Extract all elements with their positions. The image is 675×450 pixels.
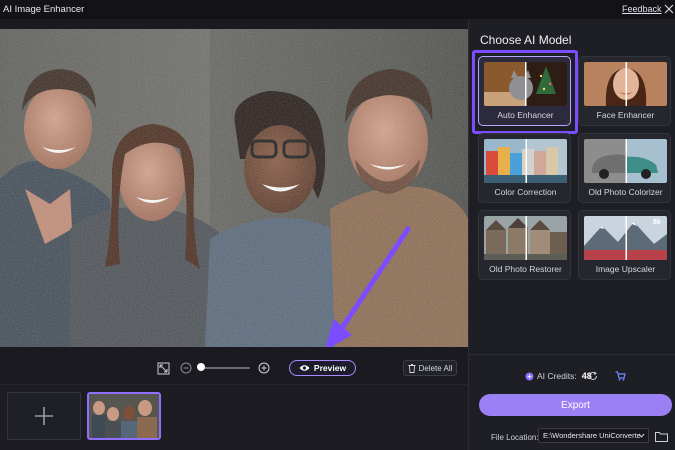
image-upscaler-thumbnail: 8k bbox=[584, 216, 667, 260]
model-card-old-photo-colorizer[interactable]: Old Photo Colorizer bbox=[578, 133, 671, 203]
face-enhancer-thumbnail bbox=[584, 62, 667, 106]
file-location-select[interactable]: E:\Wondershare UniConverte bbox=[538, 428, 649, 443]
export-button[interactable]: Export bbox=[479, 394, 672, 416]
close-icon bbox=[664, 4, 674, 14]
delete-all-label: Delete All bbox=[418, 363, 453, 373]
model-card-old-photo-restorer[interactable]: Old Photo Restorer bbox=[478, 210, 571, 280]
panel-title: Choose AI Model bbox=[480, 33, 572, 47]
zoom-slider-handle[interactable] bbox=[197, 363, 205, 371]
feedback-link[interactable]: Feedback bbox=[622, 4, 662, 14]
plus-icon bbox=[35, 407, 53, 425]
old-photo-colorizer-thumbnail bbox=[584, 139, 667, 183]
model-label: Image Upscaler bbox=[595, 264, 656, 274]
credits-label: AI Credits: bbox=[537, 371, 577, 381]
chevron-down-icon bbox=[638, 433, 645, 438]
model-card-face-enhancer[interactable]: Face Enhancer bbox=[578, 56, 671, 126]
model-label: Old Photo Colorizer bbox=[588, 187, 663, 197]
cart-icon bbox=[615, 371, 626, 381]
fit-screen-icon bbox=[157, 362, 169, 374]
model-label: Old Photo Restorer bbox=[489, 264, 562, 274]
ai-credits: AI Credits: 48 bbox=[525, 371, 592, 381]
panel-divider bbox=[469, 354, 675, 355]
add-image-button[interactable] bbox=[7, 392, 81, 440]
preview-button[interactable]: Preview bbox=[289, 360, 356, 376]
folder-icon bbox=[655, 432, 668, 442]
zoom-slider-track[interactable] bbox=[200, 367, 250, 369]
preview-canvas[interactable] bbox=[0, 29, 468, 347]
delete-all-button[interactable]: Delete All bbox=[403, 360, 457, 376]
image-thumbnail[interactable] bbox=[87, 392, 161, 440]
title-bar: AI Image Enhancer Feedback bbox=[0, 0, 675, 19]
trash-icon bbox=[408, 363, 416, 373]
fit-screen-button[interactable] bbox=[156, 361, 170, 375]
model-card-color-correction[interactable]: Color Correction bbox=[478, 133, 571, 203]
old-photo-restorer-thumbnail bbox=[484, 216, 567, 260]
model-label: Face Enhancer bbox=[596, 110, 655, 120]
zoom-out-icon bbox=[180, 362, 192, 374]
refresh-credits-button[interactable] bbox=[586, 369, 600, 383]
model-label: Auto Enhancer bbox=[497, 110, 554, 120]
thumbnail-photo bbox=[89, 394, 159, 438]
group-photo bbox=[0, 29, 468, 347]
zoom-out-button[interactable] bbox=[179, 361, 193, 375]
app-window: AI Image Enhancer Feedback Preview Delet… bbox=[0, 0, 675, 450]
file-location-value: E:\Wondershare UniConverte bbox=[543, 431, 641, 440]
file-location-label: File Location: bbox=[491, 433, 539, 442]
color-correction-thumbnail bbox=[484, 139, 567, 183]
eye-icon bbox=[299, 365, 310, 371]
zoom-in-icon bbox=[258, 362, 270, 374]
model-card-auto-enhancer[interactable]: Auto Enhancer bbox=[478, 56, 571, 126]
model-label: Color Correction bbox=[494, 187, 557, 197]
preview-label: Preview bbox=[313, 363, 347, 373]
close-button[interactable] bbox=[662, 2, 675, 16]
buy-credits-button[interactable] bbox=[613, 369, 627, 383]
refresh-icon bbox=[589, 371, 597, 380]
zoom-in-button[interactable] bbox=[257, 361, 271, 375]
credits-icon bbox=[525, 372, 534, 380]
app-title: AI Image Enhancer bbox=[3, 4, 85, 15]
auto-enhancer-thumbnail bbox=[484, 62, 567, 106]
open-folder-button[interactable] bbox=[655, 429, 669, 442]
upscale-badge: 8k bbox=[653, 219, 661, 226]
model-card-image-upscaler[interactable]: 8k Image Upscaler bbox=[578, 210, 671, 280]
